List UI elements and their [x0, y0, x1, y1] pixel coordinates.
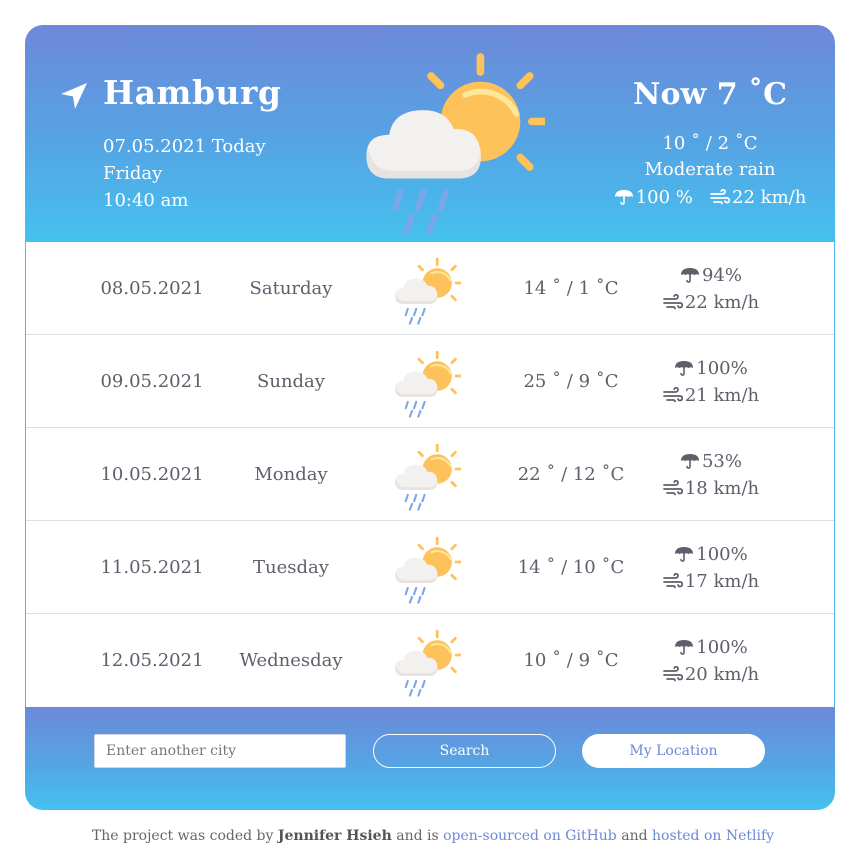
forecast-conditions: 94% 22 km/h	[646, 262, 776, 316]
author-name: Jennifer Hsieh	[277, 828, 392, 844]
sun-cloud-rain-icon	[391, 627, 461, 697]
wind-value: 22 km/h	[732, 187, 807, 208]
forecast-wind: 21 km/h	[684, 385, 760, 406]
forecast-row: 10.05.2021 Monday 22 ˚ / 12 ˚C 53% 18 km…	[26, 428, 834, 521]
umbrella-icon	[674, 360, 694, 376]
umbrella-icon	[674, 546, 694, 562]
forecast-date: 12.05.2021	[100, 650, 204, 671]
wind-icon	[663, 387, 683, 403]
forecast-wind: 18 km/h	[684, 478, 760, 499]
umbrella-icon	[674, 639, 694, 655]
forecast-date: 08.05.2021	[100, 278, 204, 299]
forecast-wind: 22 km/h	[684, 292, 760, 313]
credits-text: and is	[391, 828, 444, 844]
forecast-precipitation: 100%	[696, 358, 748, 379]
forecast-precipitation: 100%	[696, 637, 748, 658]
forecast-precipitation: 100%	[696, 544, 748, 565]
search-bar: Search My Location	[25, 707, 835, 810]
current-conditions: 100 % 22 km/h	[585, 187, 835, 208]
wind-icon	[663, 294, 683, 310]
credits-text: The project was coded by	[91, 828, 278, 844]
precipitation-value: 100 %	[635, 187, 693, 208]
github-link[interactable]: open-sourced on GitHub	[443, 828, 617, 844]
current-temperature: Now 7 ˚C	[633, 77, 787, 112]
forecast-date: 11.05.2021	[100, 557, 204, 578]
weather-card: Hamburg 07.05.2021 Today Friday 10:40 am…	[25, 25, 835, 810]
forecast-temperature: 14 ˚ / 1 ˚C	[523, 278, 619, 299]
wind-icon	[663, 666, 683, 682]
forecast-day: Wednesday	[239, 650, 343, 671]
wind-icon	[663, 573, 683, 589]
current-weekday: Friday	[103, 163, 163, 184]
forecast-temperature: 22 ˚ / 12 ˚C	[517, 464, 625, 485]
sun-cloud-rain-icon	[391, 441, 461, 511]
current-weather-panel: Hamburg 07.05.2021 Today Friday 10:40 am…	[25, 25, 835, 242]
weather-description: Moderate rain	[644, 159, 776, 180]
current-time: 10:40 am	[103, 190, 189, 211]
wind-icon	[710, 189, 730, 205]
forecast-precipitation: 53%	[701, 451, 742, 472]
forecast-day: Sunday	[257, 371, 325, 392]
forecast-day: Tuesday	[253, 557, 329, 578]
forecast-row: 12.05.2021 Wednesday 10 ˚ / 9 ˚C 100% 20…	[26, 614, 834, 707]
my-location-button[interactable]: My Location	[582, 734, 765, 768]
sun-cloud-rain-icon	[391, 255, 461, 325]
forecast-row: 11.05.2021 Tuesday 14 ˚ / 10 ˚C 100% 17 …	[26, 521, 834, 614]
sun-cloud-rain-icon	[355, 43, 545, 238]
forecast-row: 09.05.2021 Sunday 25 ˚ / 9 ˚C 100% 21 km…	[26, 335, 834, 428]
credits-line: The project was coded by Jennifer Hsieh …	[0, 828, 866, 844]
forecast-temperature: 10 ˚ / 9 ˚C	[523, 650, 619, 671]
city-search-input[interactable]	[94, 734, 346, 768]
forecast-conditions: 100% 20 km/h	[646, 634, 776, 688]
city-name: Hamburg	[103, 73, 282, 112]
forecast-row: 08.05.2021 Saturday 14 ˚ / 1 ˚C 94% 22 k…	[26, 242, 834, 335]
forecast-precipitation: 94%	[701, 265, 742, 286]
credits-text: and	[616, 828, 652, 844]
umbrella-icon	[680, 267, 700, 283]
forecast-day: Monday	[254, 464, 328, 485]
forecast-date: 09.05.2021	[100, 371, 204, 392]
sun-cloud-rain-icon	[391, 348, 461, 418]
umbrella-icon	[680, 453, 700, 469]
netlify-link[interactable]: hosted on Netlify	[652, 828, 774, 844]
forecast-list: 08.05.2021 Saturday 14 ˚ / 1 ˚C 94% 22 k…	[25, 242, 835, 707]
forecast-wind: 20 km/h	[684, 664, 760, 685]
forecast-conditions: 100% 21 km/h	[646, 355, 776, 409]
forecast-conditions: 53% 18 km/h	[646, 448, 776, 502]
wind-icon	[663, 480, 683, 496]
sun-cloud-rain-icon	[391, 534, 461, 604]
forecast-temperature: 25 ˚ / 9 ˚C	[523, 371, 619, 392]
location-arrow-icon	[61, 83, 87, 109]
forecast-wind: 17 km/h	[684, 571, 760, 592]
current-date: 07.05.2021 Today	[103, 136, 266, 157]
temperature-range: 10 ˚ / 2 ˚C	[662, 133, 758, 154]
search-button[interactable]: Search	[373, 734, 556, 768]
forecast-conditions: 100% 17 km/h	[646, 541, 776, 595]
forecast-temperature: 14 ˚ / 10 ˚C	[517, 557, 625, 578]
umbrella-icon	[614, 189, 634, 205]
forecast-date: 10.05.2021	[100, 464, 204, 485]
forecast-day: Saturday	[249, 278, 333, 299]
